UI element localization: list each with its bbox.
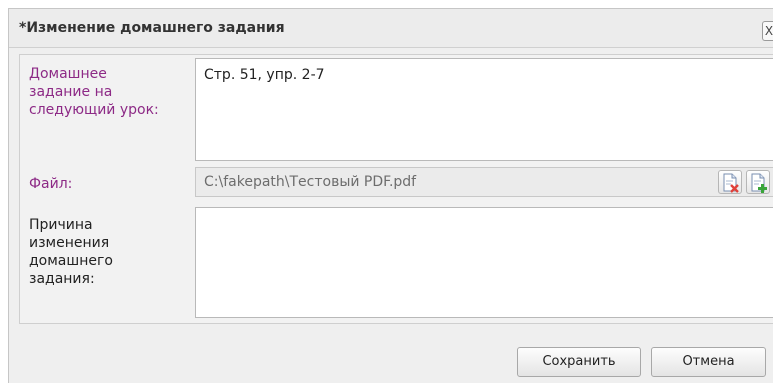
dialog-title: *Изменение домашнего задания: [19, 20, 285, 36]
homework-value: Стр. 51, упр. 2-7: [204, 67, 325, 83]
reason-label-line: Причина: [29, 217, 93, 233]
close-button[interactable]: X: [762, 21, 773, 41]
homework-label-line: задание на: [29, 84, 113, 100]
remove-file-button[interactable]: [718, 170, 742, 194]
add-file-button[interactable]: [746, 170, 770, 194]
close-icon: X: [764, 24, 773, 38]
dialog-titlebar[interactable]: *Изменение домашнего задания X: [9, 9, 773, 48]
reason-textarea[interactable]: [195, 207, 773, 318]
edit-homework-dialog: *Изменение домашнего задания X Домашнее …: [8, 8, 773, 383]
reason-label-line: домашнего: [29, 253, 113, 269]
reason-label-line: задания:: [29, 271, 95, 287]
cancel-button[interactable]: Отмена: [651, 347, 766, 377]
save-button[interactable]: Сохранить: [517, 347, 641, 377]
homework-textarea[interactable]: Стр. 51, упр. 2-7: [195, 58, 773, 161]
form-panel: Домашнее задание на следующий урок: Стр.…: [19, 54, 773, 324]
file-remove-icon: [723, 173, 739, 193]
file-path-field[interactable]: C:\fakepath\Тестовый PDF.pdf: [195, 167, 773, 197]
homework-label: Домашнее задание на следующий урок:: [29, 65, 159, 119]
homework-label-line: следующий урок:: [29, 102, 159, 118]
homework-label-line: Домашнее: [29, 66, 107, 82]
reason-label: Причина изменения домашнего задания:: [29, 216, 113, 288]
file-path-value: C:\fakepath\Тестовый PDF.pdf: [204, 174, 417, 190]
file-add-icon: [751, 173, 767, 193]
reason-label-line: изменения: [29, 235, 110, 251]
file-label: Файл:: [29, 176, 73, 192]
